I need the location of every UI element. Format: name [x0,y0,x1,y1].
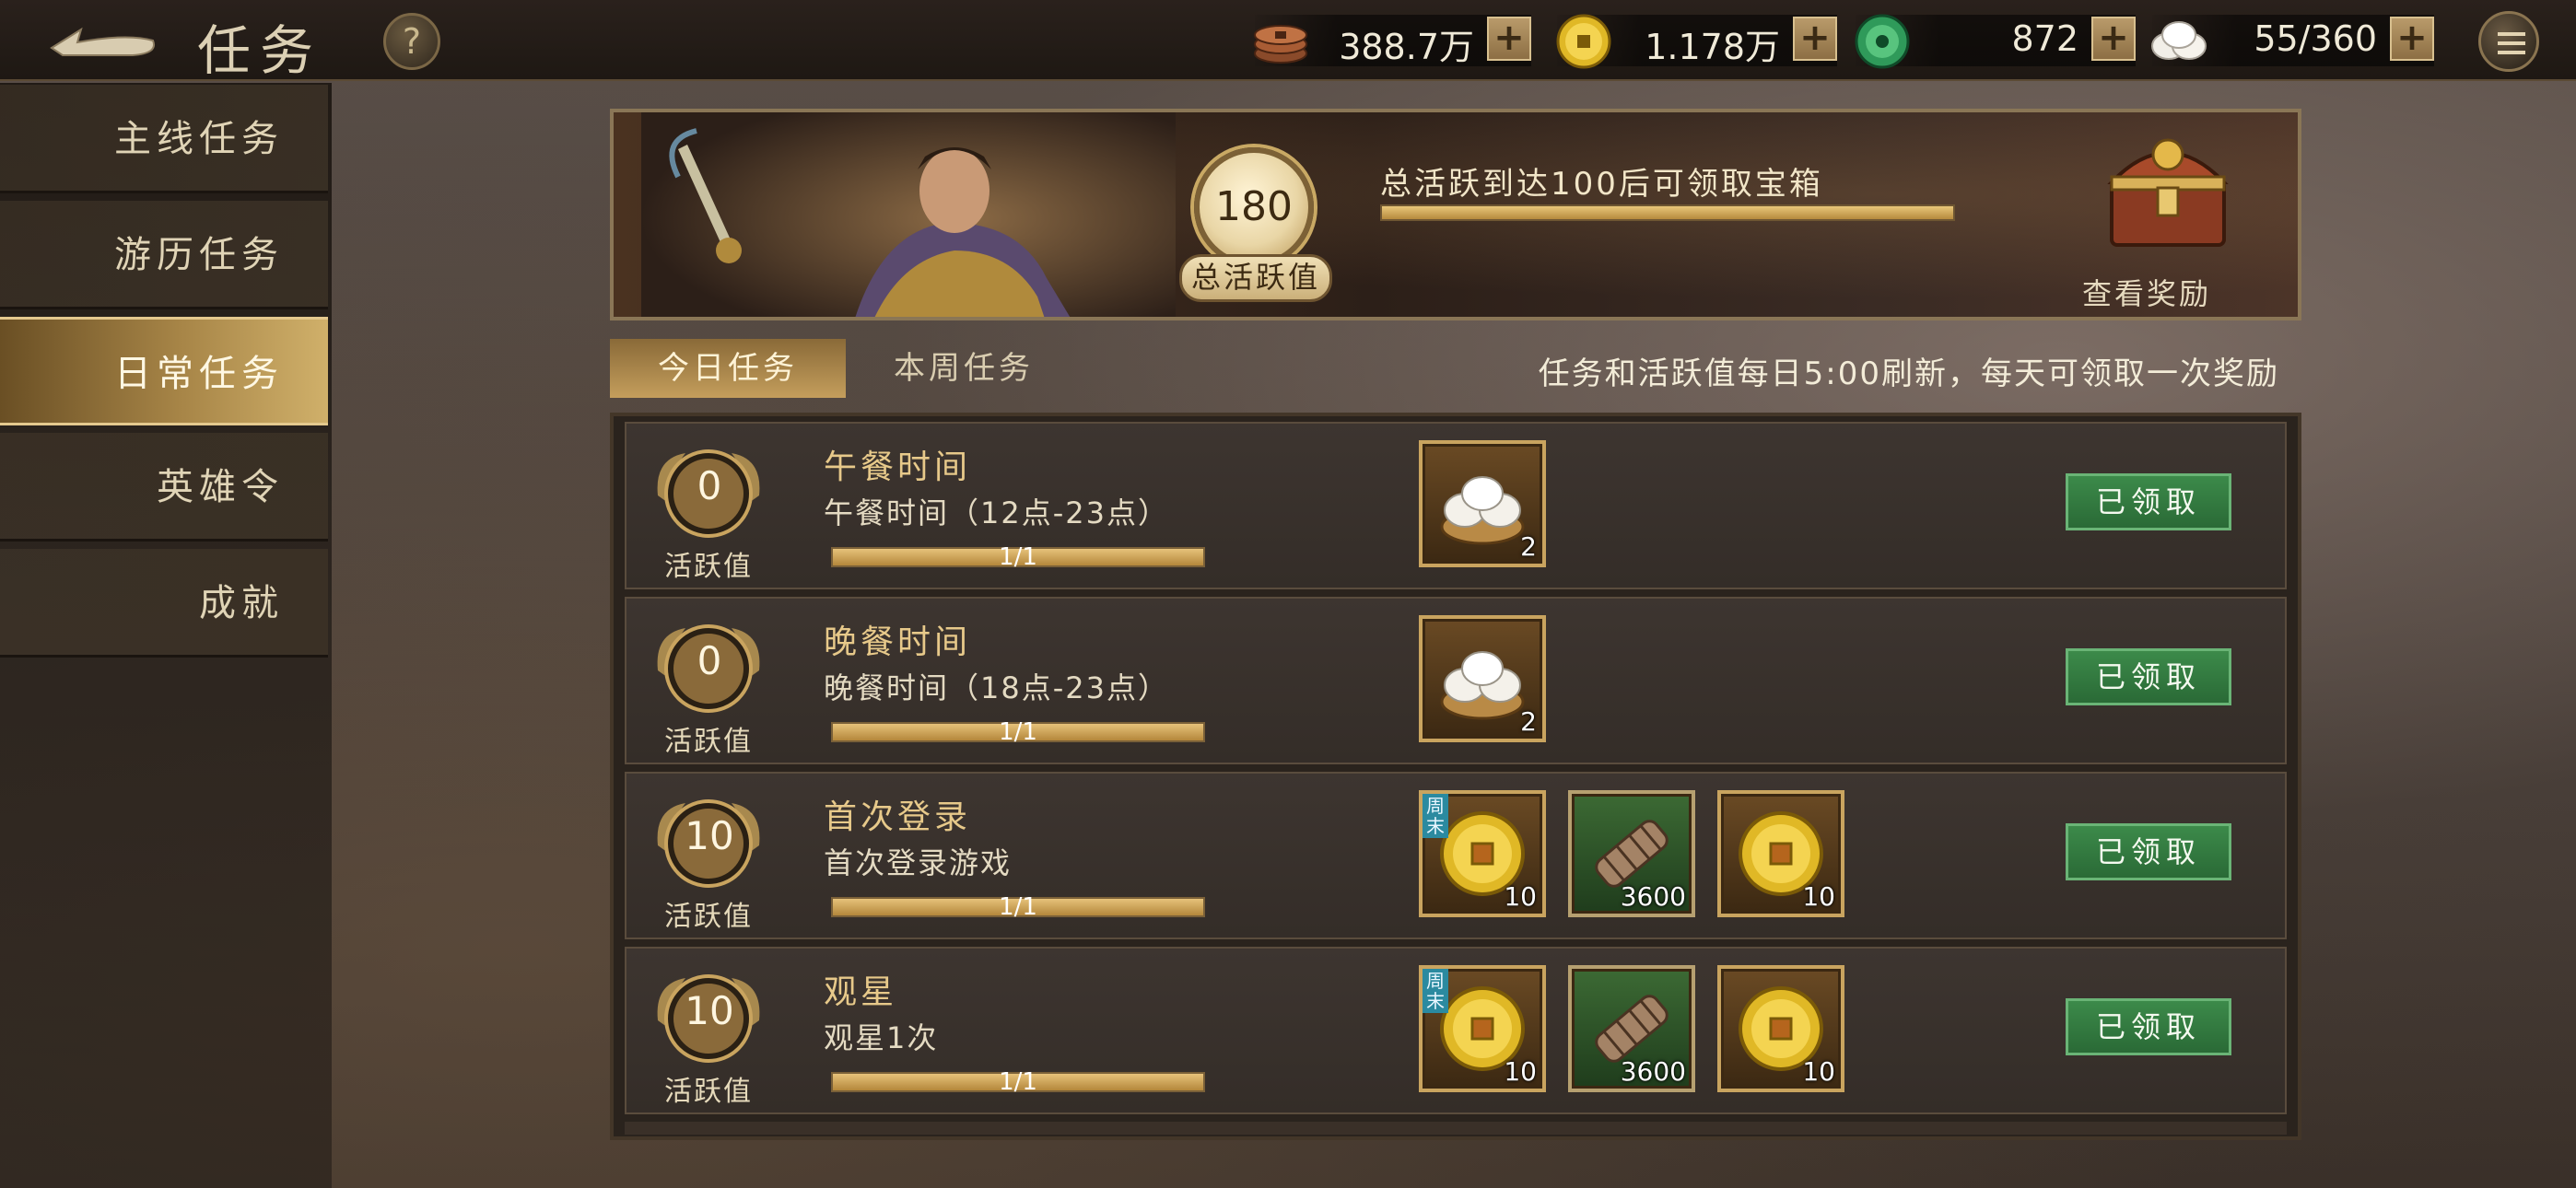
page-title: 任务 [197,19,323,82]
activity-progress-fill [1382,206,1953,219]
back-button[interactable] [44,13,164,68]
activity-label: 活跃值 [664,901,753,933]
reward-item[interactable]: 3600 [1568,965,1695,1092]
food-value: 55/360 [2254,18,2377,59]
add-gold-button[interactable]: + [1793,17,1837,61]
steamed-bun-icon [2151,21,2207,60]
sidebar-item-hero-order[interactable]: 英雄令 [0,433,328,542]
task-row: 10 活跃值 观星 观星1次 1/1 周末 10 3600 10 已领取 [625,947,2287,1114]
task-description: 首次登录游戏 [824,845,1013,880]
sidebar: 主线任务 游历任务 日常任务 英雄令 成就 [0,83,332,1188]
activity-label: 活跃值 [664,1076,753,1108]
resource-copper: 388.7万 + [1254,15,1531,67]
steamed-bun-icon [1440,476,1525,545]
reward-item[interactable]: 2 [1419,440,1546,567]
task-progress-bar: 1/1 [831,1068,1205,1096]
reward-count: 3600 [1620,1056,1686,1087]
add-food-button[interactable]: + [2390,17,2434,61]
task-description: 晚餐时间（18点-23点） [824,670,1169,705]
reward-count: 10 [1504,1056,1537,1087]
list-bottom-edge [625,1122,2287,1135]
task-list: 0 活跃值 午餐时间 午餐时间（12点-23点） 1/1 2 已领取 0 活跃值… [610,413,2301,1140]
menu-icon [2498,32,2525,36]
claimed-button[interactable]: 已领取 [2066,473,2231,530]
treasure-chest-icon[interactable] [2099,123,2237,252]
steamed-bun-icon [1440,651,1525,720]
reward-count: 10 [1504,881,1537,912]
reward-count: 10 [1802,881,1835,912]
jade-icon [1855,14,1910,69]
task-title: 晚餐时间 [824,623,972,661]
activity-points: 0 [697,463,722,508]
copper-coins-icon [1254,25,1307,64]
task-progress-text: 1/1 [999,893,1037,921]
copper-value: 388.7万 [1339,27,1474,67]
claimed-button[interactable]: 已领取 [2066,998,2231,1055]
task-progress-bar: 1/1 [831,893,1205,921]
task-progress-text: 1/1 [999,1068,1037,1096]
reward-count: 10 [1802,1056,1835,1087]
help-button[interactable]: ? [383,13,440,70]
reward-item[interactable]: 10 [1717,965,1844,1092]
activity-points: 10 [685,813,734,858]
sidebar-item-main-quest[interactable]: 主线任务 [0,85,328,193]
task-progress-text: 1/1 [999,718,1037,746]
activity-points: 0 [697,638,722,683]
sidebar-item-travel-quest[interactable]: 游历任务 [0,201,328,309]
chest-goal-text: 总活跃到达100后可领取宝箱 [1380,166,1823,203]
resource-gold: 1.178万 + [1556,14,1837,69]
add-copper-button[interactable]: + [1487,17,1531,61]
tab-today[interactable]: 今日任务 [610,339,846,398]
total-activity-value: 180 [1194,147,1314,267]
activity-label: 活跃值 [664,726,753,758]
reward-item[interactable]: 2 [1419,615,1546,742]
task-progress-text: 1/1 [999,543,1037,571]
reward-count: 2 [1520,706,1537,737]
weekend-tag: 周末 [1423,794,1448,838]
refresh-notice: 任务和活跃值每日5:00刷新，每天可领取一次奖励 [1538,355,2279,392]
activity-progress-bar [1380,204,1955,221]
gold-value: 1.178万 [1645,27,1780,67]
tab-this-week[interactable]: 本周任务 [846,339,1082,398]
reward-item[interactable]: 10 [1717,790,1844,917]
resource-food: 55/360 + [2151,15,2434,66]
task-title: 首次登录 [824,798,972,836]
task-title: 午餐时间 [824,448,972,486]
add-jade-button[interactable]: + [2091,17,2136,61]
sidebar-item-achievements[interactable]: 成就 [0,549,328,658]
total-activity-label: 总活跃值 [1179,254,1332,302]
reward-item[interactable]: 周末 10 [1419,965,1546,1092]
resource-jade: 872 + [1855,14,2136,69]
menu-button[interactable] [2478,11,2539,72]
view-rewards-link[interactable]: 查看奖励 [2082,271,2211,313]
task-description: 观星1次 [824,1020,939,1055]
gold-coin-icon [1556,14,1611,69]
task-tabs: 今日任务 本周任务 任务和活跃值每日5:00刷新，每天可领取一次奖励 [610,339,2301,398]
reward-count: 2 [1520,531,1537,562]
task-progress-bar: 1/1 [831,543,1205,571]
claimed-button[interactable]: 已领取 [2066,823,2231,880]
reward-item[interactable]: 周末 10 [1419,790,1546,917]
task-title: 观星 [824,973,898,1011]
task-row: 10 活跃值 首次登录 首次登录游戏 1/1 周末 10 3600 10 已领取 [625,772,2287,939]
activity-points: 10 [685,988,734,1033]
task-row: 0 活跃值 晚餐时间 晚餐时间（18点-23点） 1/1 2 已领取 [625,597,2287,764]
task-progress-bar: 1/1 [831,718,1205,746]
activity-banner: 180 总活跃值 总活跃到达100后可领取宝箱 查看奖励 [610,109,2301,320]
sidebar-item-daily-quest[interactable]: 日常任务 [0,317,328,425]
activity-label: 活跃值 [664,551,753,583]
reward-count: 3600 [1620,881,1686,912]
claimed-button[interactable]: 已领取 [2066,648,2231,705]
jade-value: 872 [2011,18,2078,59]
reward-item[interactable]: 3600 [1568,790,1695,917]
weekend-tag: 周末 [1423,969,1448,1013]
hero-portrait-image [641,112,1176,317]
task-description: 午餐时间（12点-23点） [824,495,1169,530]
task-row: 0 活跃值 午餐时间 午餐时间（12点-23点） 1/1 2 已领取 [625,422,2287,589]
back-arrow-icon [50,27,155,56]
top-bar: 任务 ? 388.7万 + 1.178万 + 872 + 55/360 + [0,0,2576,82]
